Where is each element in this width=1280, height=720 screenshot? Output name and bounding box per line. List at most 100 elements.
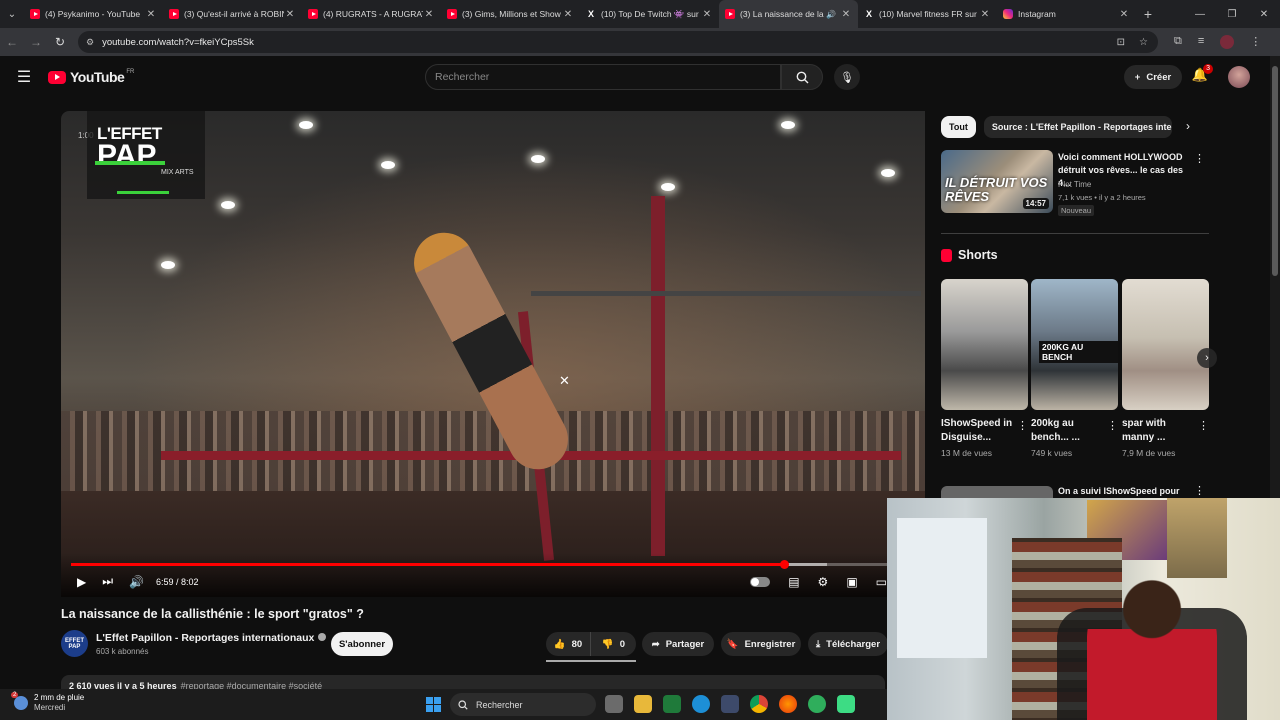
more-options-icon[interactable]: ⋮ (1198, 419, 1209, 432)
recommended-thumbnail[interactable]: IL DÉTRUIT VOS RÊVES 14:57 (941, 150, 1053, 213)
browser-tab[interactable]: (3) Qu'est-il arrivé à ROBIN ✕ (163, 0, 302, 28)
chrome-icon[interactable] (750, 695, 768, 713)
browser-tab[interactable]: X (10) Marvel fitness FR sur ✕ (858, 0, 997, 28)
create-button[interactable]: + Créer (1124, 65, 1182, 89)
channel-watermark: L'EFFET PAP MIX ARTS (87, 111, 205, 199)
url-field[interactable]: ⚙ youtube.com/watch?v=fkeiYCps5Sk ⊡ ☆ (78, 31, 1158, 53)
weather-badge: 2 (11, 692, 19, 698)
new-tab-icon[interactable]: + (1136, 6, 1160, 22)
miniplayer-icon[interactable]: ▣ (846, 575, 857, 589)
recommended-video[interactable]: On a suivi IShowSpeed pour ⋮ (941, 484, 1209, 498)
recommended-video[interactable]: IL DÉTRUIT VOS RÊVES 14:57 Voici comment… (941, 150, 1209, 216)
more-options-icon[interactable]: ⋮ (1017, 419, 1028, 432)
edge-icon[interactable] (692, 695, 710, 713)
search-button[interactable] (781, 64, 823, 90)
short-thumbnail[interactable] (941, 279, 1028, 410)
window-controls: — ❐ ✕ (1184, 0, 1280, 28)
save-button[interactable]: 🔖 Enregistrer (721, 632, 801, 656)
tab-search-chevron-icon[interactable]: ⌄ (0, 0, 24, 28)
youtube-logo[interactable]: YouTube FR (48, 69, 134, 85)
recommended-thumbnail[interactable] (941, 486, 1053, 498)
shorts-next-chevron-icon[interactable]: › (1197, 348, 1217, 368)
close-tab-icon[interactable]: ✕ (1118, 9, 1130, 20)
subscribe-button[interactable]: S'abonner (331, 632, 393, 656)
short-item[interactable]: IShowSpeed in Disguise... ⋮ 13 M de vues (941, 279, 1028, 458)
theater-mode-icon[interactable]: ▭ (876, 575, 887, 589)
firefox-icon[interactable] (779, 695, 797, 713)
close-tab-icon[interactable]: ✕ (284, 9, 296, 20)
scrollbar-thumb[interactable] (1272, 66, 1278, 276)
bookmark-star-icon[interactable]: ☆ (1139, 37, 1148, 48)
instagram-icon (1003, 9, 1013, 19)
more-options-icon[interactable]: ⋮ (1107, 419, 1118, 432)
task-view-icon[interactable] (605, 695, 623, 713)
close-tab-icon[interactable]: ✕ (701, 9, 713, 20)
short-thumbnail[interactable] (1122, 279, 1209, 410)
speaker-icon[interactable]: 🔊 (826, 10, 836, 19)
channel-avatar[interactable]: EFFET PAP (61, 630, 88, 657)
video-player[interactable]: 1:00 L'EFFET PAP MIX ARTS ✕ ▶ ⏭ 🔊 6:59 /… (61, 111, 925, 597)
store-icon[interactable] (721, 695, 739, 713)
close-tab-icon[interactable]: ✕ (840, 9, 852, 20)
notifications-bell-icon[interactable]: 🔔 3 (1190, 64, 1213, 87)
settings-gear-icon[interactable]: ⚙ (818, 575, 829, 589)
windows-start-icon[interactable] (426, 697, 441, 712)
browser-tab[interactable]: (4) RUGRATS - A RUGRAT ✕ (302, 0, 441, 28)
browser-tab[interactable]: (4) Psykanimo - YouTube ✕ (24, 0, 163, 28)
play-icon[interactable]: ▶ (77, 575, 86, 589)
browser-menu-icon[interactable]: ⋮ (1250, 35, 1261, 49)
profile-avatar[interactable] (1220, 35, 1235, 49)
close-tab-icon[interactable]: ✕ (979, 9, 991, 20)
install-app-icon[interactable]: ⊡ (1117, 37, 1125, 48)
autoplay-toggle[interactable] (750, 577, 771, 587)
subtitles-icon[interactable]: ▤ (788, 575, 799, 589)
close-tab-icon[interactable]: ✕ (145, 9, 157, 20)
download-icon: ⤓ (815, 638, 821, 650)
more-options-icon[interactable]: ⋮ (1194, 484, 1205, 497)
dislike-button[interactable]: 👎 0 (590, 632, 636, 656)
menu-icon[interactable]: ☰ (0, 67, 48, 87)
minimize-icon[interactable]: — (1184, 0, 1216, 28)
chip-source[interactable]: Source : L'Effet Papillon - Reportages i… (983, 116, 1172, 138)
file-explorer-icon[interactable] (634, 695, 652, 713)
chevron-right-icon[interactable]: › (1186, 119, 1190, 133)
nvidia-icon[interactable] (663, 695, 681, 713)
close-window-icon[interactable]: ✕ (1248, 0, 1280, 28)
channel-name[interactable]: L'Effet Papillon - Reportages internatio… (96, 632, 314, 644)
next-video-icon[interactable]: ⏭ (102, 574, 113, 589)
extensions-icon[interactable]: ⧉ (1174, 35, 1182, 49)
close-tab-icon[interactable]: ✕ (423, 9, 435, 20)
share-button[interactable]: ➦ Partager (642, 632, 714, 656)
forward-arrow-icon[interactable]: → (24, 28, 48, 56)
back-arrow-icon[interactable]: ← (0, 28, 24, 56)
app-icon[interactable] (808, 695, 826, 713)
scrubber-handle[interactable] (780, 560, 790, 569)
progress-bar[interactable] (71, 560, 891, 569)
browser-tab[interactable]: (3) Gims, Millions et Show ✕ (441, 0, 580, 28)
chip-all[interactable]: Tout (941, 116, 976, 138)
short-item[interactable]: 200KG AU BENCH 200kg au bench... ... ⋮ 7… (1031, 279, 1118, 458)
account-avatar[interactable] (1228, 66, 1250, 88)
short-thumbnail[interactable]: 200KG AU BENCH (1031, 279, 1118, 410)
download-button[interactable]: ⤓ Télécharger (808, 632, 888, 656)
weather-widget[interactable]: 2 2 mm de pluie Mercredi (11, 692, 84, 713)
recommended-title[interactable]: On a suivi IShowSpeed pour (1058, 486, 1180, 496)
search-input[interactable]: Rechercher (425, 64, 781, 90)
restore-icon[interactable]: ❐ (1216, 0, 1248, 28)
reading-list-icon[interactable]: ≡ (1198, 35, 1204, 49)
site-info-icon[interactable]: ⚙ (86, 37, 94, 48)
like-button[interactable]: 👍 80 (546, 632, 590, 656)
browser-tab[interactable]: X (10) Top De Twitch 👾 sur ✕ (580, 0, 719, 28)
volume-icon[interactable]: 🔊 (129, 575, 144, 589)
browser-tab-active[interactable]: (3) La naissance de la 🔊 ✕ (719, 0, 858, 28)
taskbar-search[interactable]: Rechercher (450, 693, 596, 716)
short-item[interactable]: spar with manny ... ⋮ 7,9 M de vues (1122, 279, 1209, 458)
app-icon[interactable] (837, 695, 855, 713)
browser-tab[interactable]: Instagram ✕ (997, 0, 1136, 28)
channel-name-row[interactable]: L'Effet Papillon - Reportages internatio… (96, 632, 327, 644)
x-icon: X (865, 9, 872, 19)
reload-icon[interactable]: ↻ (48, 28, 72, 56)
close-tab-icon[interactable]: ✕ (562, 9, 574, 20)
more-options-icon[interactable]: ⋮ (1194, 152, 1205, 165)
voice-search-mic-icon[interactable]: 🎙 (834, 64, 860, 90)
